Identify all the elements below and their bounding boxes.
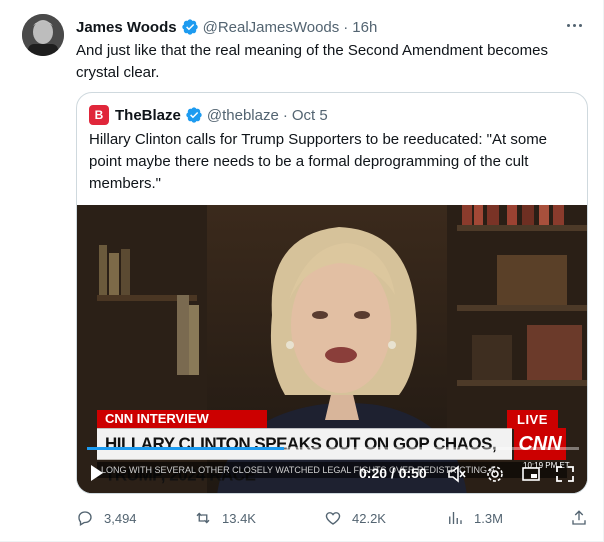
reply-button[interactable]: 3,494 [76,508,137,528]
video-controls: 0:20 / 0:50 [77,453,587,489]
progress-fill [87,447,284,450]
play-icon[interactable] [91,465,103,481]
verified-badge-icon [186,107,202,123]
tweet-text: And just like that the real meaning of t… [76,42,548,81]
separator-dot: · [343,18,349,36]
live-badge: LIVE [507,410,558,429]
quote-text: Hillary Clinton calls for Trump Supporte… [89,131,548,192]
quote-author-name[interactable]: TheBlaze [115,107,181,124]
quote-time[interactable]: Oct 5 [292,107,328,124]
video-progress-bar[interactable] [87,447,579,450]
settings-gear-icon[interactable] [485,465,505,483]
author-handle[interactable]: @RealJamesWoods [203,19,340,36]
heart-icon [325,512,341,525]
theblaze-avatar[interactable]: B [89,105,109,125]
tweet-header: James Woods @RealJamesWoods · 16h [76,16,377,38]
quoted-tweet[interactable]: B TheBlaze @theblaze · Oct 5 Hillary Cli… [76,92,588,494]
like-button[interactable]: 42.2K [324,508,386,528]
more-options-icon[interactable] [561,14,587,36]
tweet-time[interactable]: 16h [352,19,377,36]
repost-button[interactable]: 13.4K [194,508,256,528]
repost-icon [196,512,210,524]
view-count: 1.3M [474,510,503,526]
tweet[interactable]: James Woods @RealJamesWoods · 16h And ju… [0,0,604,542]
video-time: 0:20 / 0:50 [359,465,427,481]
mute-icon[interactable] [447,465,467,483]
cnn-interview-tag: CNN INTERVIEW [97,410,267,428]
quote-author-handle[interactable]: @theblaze [207,107,279,124]
video-player[interactable]: CNN INTERVIEW LIVE HILLARY CLINTON SPEAK… [77,205,587,493]
share-icon [572,510,586,525]
fullscreen-icon[interactable] [555,465,575,483]
verified-badge-icon [181,19,198,35]
quote-header: B TheBlaze @theblaze · Oct 5 [89,105,328,125]
author-name[interactable]: James Woods [76,19,177,36]
analytics-icon [449,512,462,524]
tweet-actions: 3,494 13.4K 42.2K 1.3M [76,508,594,528]
avatar[interactable] [22,14,64,56]
like-count: 42.2K [352,510,386,526]
views-button[interactable]: 1.3M [446,508,503,528]
separator-dot: · [282,106,288,124]
reply-icon [78,511,92,526]
share-button[interactable] [570,508,598,528]
repost-count: 13.4K [222,510,256,526]
picture-in-picture-icon[interactable] [521,465,541,483]
reply-count: 3,494 [104,510,137,526]
